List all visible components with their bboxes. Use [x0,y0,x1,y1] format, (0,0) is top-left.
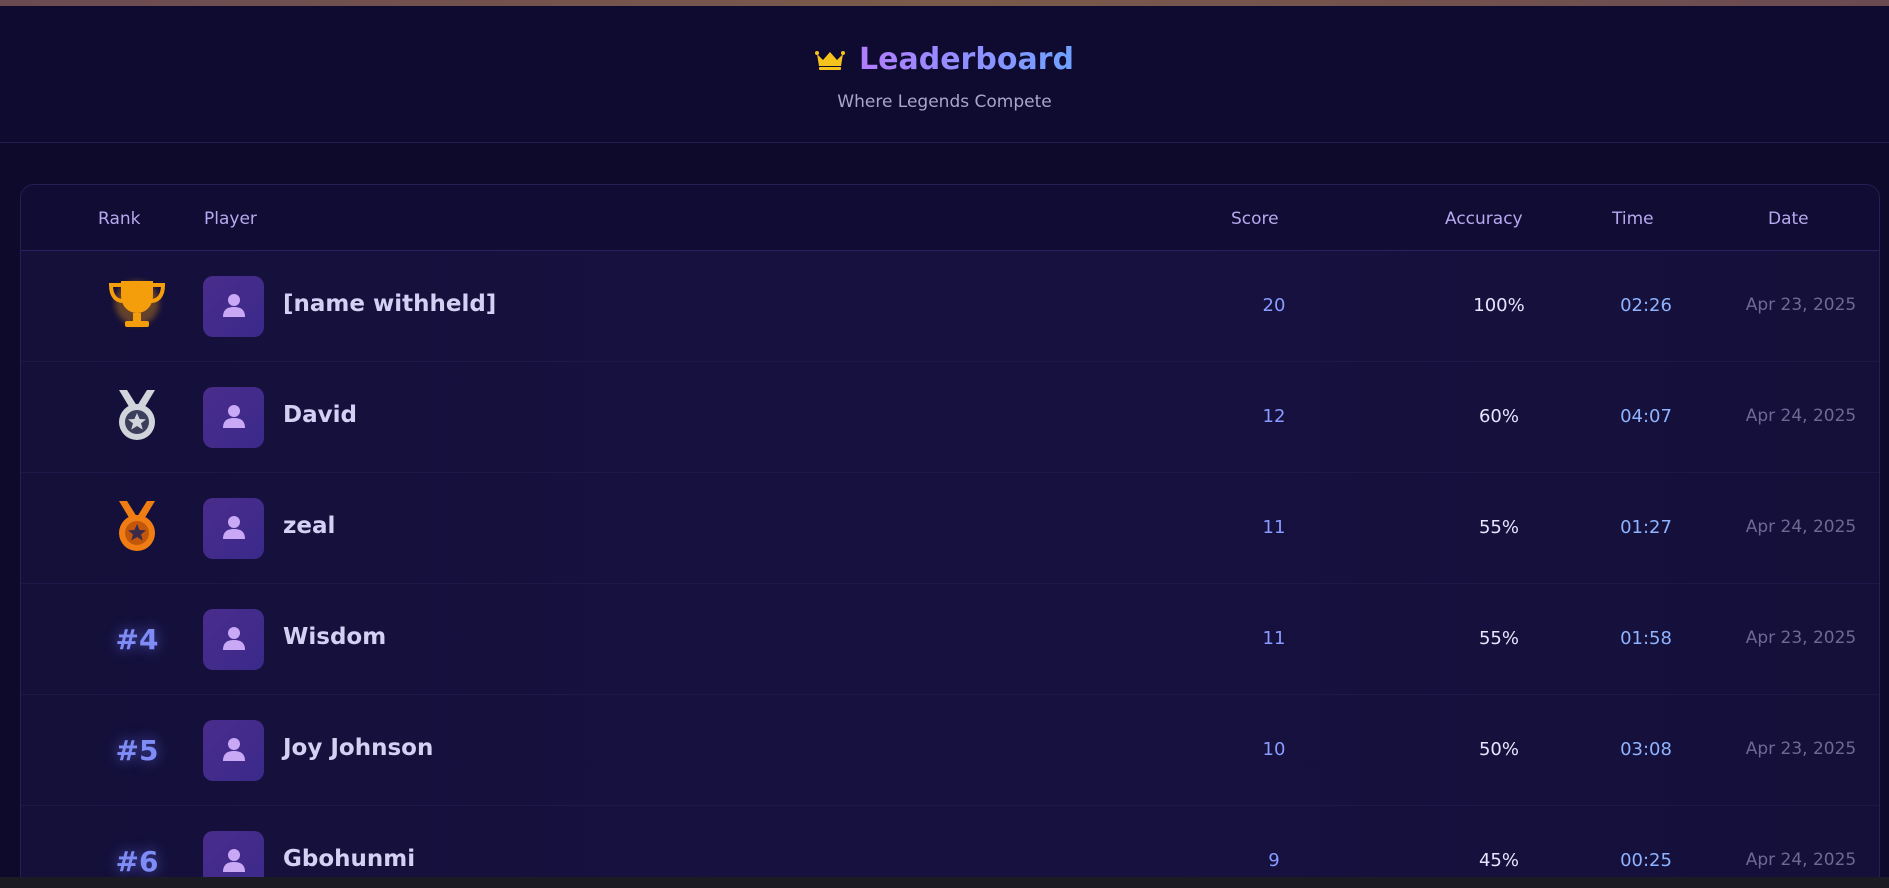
time-value: 04:07 [1620,406,1672,427]
accuracy-value: 50% [1478,739,1519,760]
time-value: 01:27 [1620,517,1672,538]
time-value: 03:08 [1620,739,1672,760]
rank-cell [87,251,187,362]
rank-number: #5 [115,734,159,767]
rank-cell: #4 [87,584,187,695]
accuracy-value: 55% [1478,517,1519,538]
avatar [203,720,264,781]
rank-cell [87,473,187,584]
accuracy-value: 55% [1478,628,1519,649]
user-icon [221,736,247,766]
date-value: Apr 23, 2025 [1745,628,1857,648]
user-icon [221,403,247,433]
user-icon [221,514,247,544]
score-value: 11 [1262,628,1286,649]
leaderboard-table: Rank Player Score Accuracy Time Date [na… [20,184,1880,888]
time-value: 00:25 [1620,850,1672,871]
player-name[interactable]: Wisdom [283,624,386,650]
table-row[interactable]: zeal 11 55% 01:27 Apr 24, 2025 [21,473,1879,584]
score-value: 20 [1262,295,1286,316]
avatar [203,498,264,559]
table-row[interactable]: [name withheld] 20 100% 02:26 Apr 23, 20… [21,251,1879,362]
page-header: Leaderboard Where Legends Compete [0,6,1889,143]
avatar [203,276,264,337]
date-value: Apr 24, 2025 [1745,517,1857,537]
table-row[interactable]: #6 Gbohunmi 9 45% 00:25 Apr 24, 2025 [21,806,1879,888]
rank-number: #4 [115,623,159,656]
score-value: 9 [1268,850,1280,871]
crown-icon [815,48,846,72]
player-name[interactable]: Gbohunmi [283,846,415,872]
silver-medal-icon [111,388,163,448]
player-name[interactable]: Joy Johnson [283,735,433,761]
table-row[interactable]: David 12 60% 04:07 Apr 24, 2025 [21,362,1879,473]
column-header-date[interactable]: Date [1768,209,1809,229]
time-value: 01:58 [1620,628,1672,649]
player-name[interactable]: zeal [283,513,335,539]
title-row: Leaderboard [0,42,1889,77]
avatar [203,387,264,448]
accuracy-value: 60% [1478,406,1519,427]
accuracy-value: 45% [1478,850,1519,871]
table-header: Rank Player Score Accuracy Time Date [21,185,1879,251]
score-value: 10 [1262,739,1286,760]
player-name[interactable]: [name withheld] [283,291,496,317]
date-value: Apr 24, 2025 [1745,406,1857,426]
date-value: Apr 23, 2025 [1745,295,1857,315]
user-icon [221,847,247,877]
user-icon [221,292,247,322]
score-value: 12 [1262,406,1286,427]
bronze-medal-icon [111,499,163,559]
page-title: Leaderboard [859,42,1074,77]
time-value: 02:26 [1620,295,1672,316]
table-row[interactable]: #5 Joy Johnson 10 50% 03:08 Apr 23, 2025 [21,695,1879,806]
date-value: Apr 24, 2025 [1745,850,1857,870]
avatar [203,609,264,670]
bottom-taskbar-edge [0,877,1889,888]
rank-cell: #5 [87,695,187,806]
score-value: 11 [1262,517,1286,538]
date-value: Apr 23, 2025 [1745,739,1857,759]
user-icon [221,625,247,655]
column-header-time[interactable]: Time [1612,209,1654,229]
column-header-accuracy[interactable]: Accuracy [1445,209,1523,229]
rank-cell [87,362,187,473]
accuracy-value: 100% [1473,295,1525,316]
column-header-rank[interactable]: Rank [98,209,140,229]
table-row[interactable]: #4 Wisdom 11 55% 01:58 Apr 23, 2025 [21,584,1879,695]
player-name[interactable]: David [283,402,357,428]
column-header-player[interactable]: Player [204,209,257,229]
column-header-score[interactable]: Score [1231,209,1279,229]
rank-number: #6 [115,845,159,878]
page-subtitle: Where Legends Compete [837,92,1052,112]
rank-cell: #6 [87,806,187,888]
trophy-icon [105,275,169,339]
